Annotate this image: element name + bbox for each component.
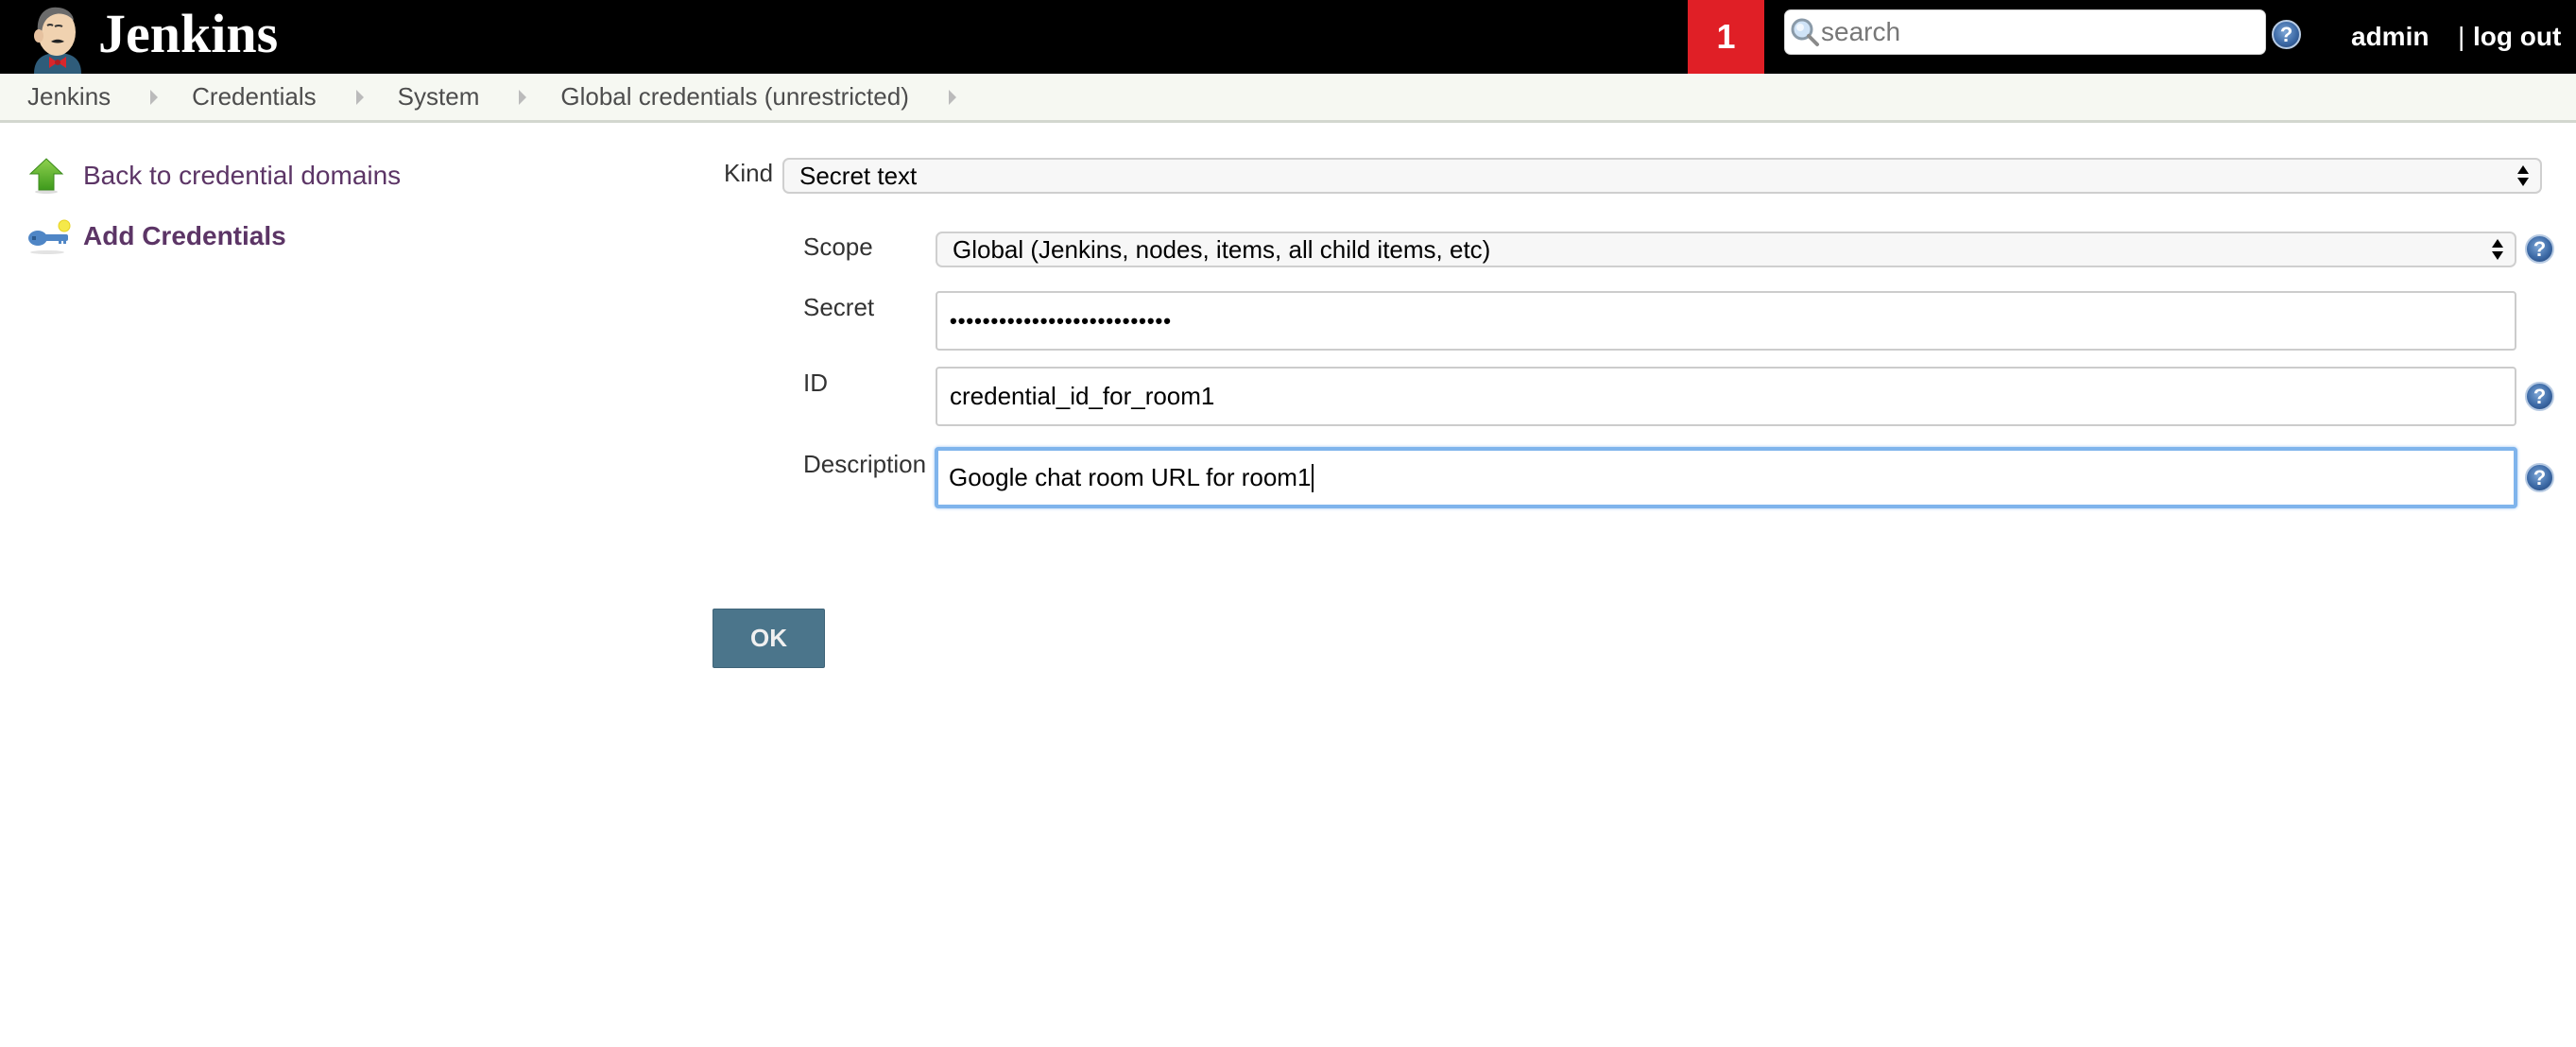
breadcrumb-link-jenkins[interactable]: Jenkins [27,82,111,112]
jenkins-wordmark: Jenkins [98,3,279,64]
scope-select[interactable]: Global (Jenkins, nodes, items, all child… [936,232,2516,267]
search-box [1784,9,2266,55]
breadcrumb-link-credentials[interactable]: Credentials [192,82,317,112]
breadcrumb-link-global-credentials[interactable]: Global credentials (unrestricted) [560,82,909,112]
breadcrumb-link-system[interactable]: System [398,82,480,112]
kind-label: Kind [724,159,774,187]
key-icon [26,217,72,255]
scope-select-value: Global (Jenkins, nodes, items, all child… [953,234,1491,264]
up-arrow-icon [26,157,72,195]
notification-badge[interactable]: 1 [1688,0,1764,74]
sidebar-item-back-to-domains[interactable]: Back to credential domains [26,157,401,195]
sidebar-item-label: Add Credentials [83,221,286,250]
id-value: credential_id_for_room1 [950,382,1215,410]
description-label: Description [803,450,927,478]
jenkins-butler-icon [25,0,91,74]
description-input[interactable]: Google chat room URL for room1 [935,447,2517,508]
ok-button[interactable]: OK [713,609,825,668]
sidebar-item-add-credentials[interactable]: Add Credentials [26,217,286,255]
id-help-icon[interactable]: ? [2525,382,2554,411]
secret-input[interactable]: ••••••••••••••••••••••••••• [936,291,2516,351]
secret-label: Secret [803,293,875,321]
breadcrumb-arrow-icon[interactable] [948,89,956,105]
breadcrumb-arrow-icon[interactable] [150,89,159,105]
breadcrumb-item-jenkins: Jenkins [27,82,192,112]
text-cursor [1312,463,1314,492]
breadcrumb: Jenkins Credentials System Global creden… [0,74,2576,120]
breadcrumb-arrow-icon[interactable] [519,89,527,105]
breadcrumb-arrow-icon[interactable] [355,89,364,105]
search-input[interactable] [1821,11,2256,53]
description-help-icon[interactable]: ? [2525,463,2554,492]
select-arrows-icon [2492,239,2503,260]
sidebar-item-label: Back to credential domains [83,161,402,190]
scope-label: Scope [803,232,873,261]
id-input[interactable]: credential_id_for_room1 [936,367,2516,426]
breadcrumb-bar: Jenkins Credentials System Global creden… [0,74,2576,123]
description-value: Google chat room URL for room1 [949,463,1312,491]
id-label: ID [803,369,828,397]
jenkins-logo-link[interactable]: Jenkins [25,0,278,74]
kind-select-value: Secret text [799,161,918,190]
secret-masked-value: ••••••••••••••••••••••••••• [950,308,1172,333]
breadcrumb-item-credentials: Credentials [192,82,398,112]
page-header: Jenkins 1 ? admin | log out [0,0,2576,74]
logout-link[interactable]: log out [2473,0,2561,74]
search-icon [1789,16,1821,48]
kind-select[interactable]: Secret text [782,158,2542,194]
select-arrows-icon [2517,165,2529,186]
search-help-icon[interactable]: ? [2272,20,2301,49]
user-link[interactable]: admin [2351,0,2429,74]
scope-help-icon[interactable]: ? [2525,234,2554,264]
breadcrumb-item-system: System [398,82,561,112]
breadcrumb-item-global-credentials: Global credentials (unrestricted) [560,82,990,112]
logout-separator: | [2458,22,2465,51]
